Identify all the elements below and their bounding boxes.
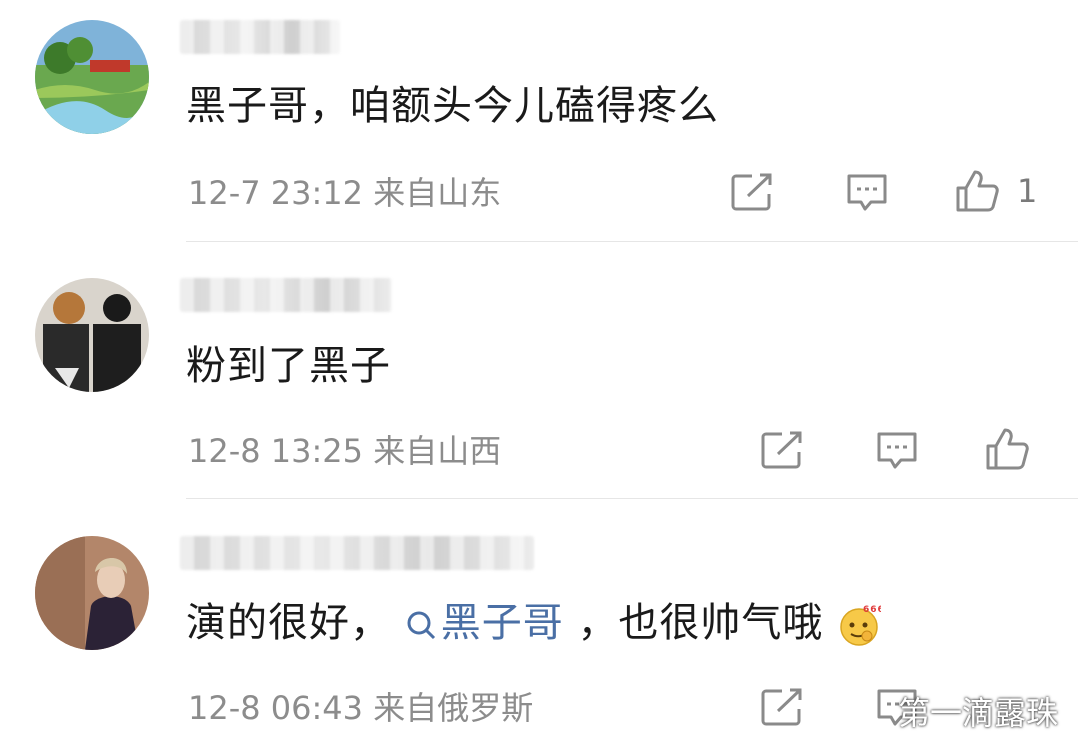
comment-icon — [847, 174, 887, 211]
landscape-avatar-image — [35, 20, 149, 134]
topic-link-label: 黑子哥 — [440, 600, 564, 646]
username-blurred[interactable] — [180, 278, 392, 312]
thumbs-up-icon — [986, 428, 1029, 470]
search-icon — [407, 611, 435, 640]
username-blurred[interactable] — [180, 536, 534, 570]
watermark: 第一滴露珠 — [897, 694, 1058, 732]
comment-text-after: ，也很帅气哦 — [577, 600, 824, 646]
like-button[interactable]: 1 — [955, 168, 1037, 214]
like-count: 1 — [1017, 172, 1038, 210]
like-button[interactable] — [985, 426, 1047, 472]
comment-meta: 12-7 23:12 来自山东 — [188, 174, 502, 212]
comment-text: 黑子哥，咱额头今儿磕得疼么 — [186, 83, 719, 129]
share-icon — [761, 431, 802, 469]
comment-meta: 12-8 13:25 来自山西 — [188, 432, 502, 470]
comment-text-before: 演的很好， — [186, 600, 391, 646]
portrait-avatar-image — [35, 536, 149, 650]
comment-icon — [877, 432, 917, 469]
comment-item: 黑子哥，咱额头今儿磕得疼么 12-7 23:12 来自山东 1 — [0, 0, 1078, 242]
666-emoji-icon: 666 — [840, 605, 881, 646]
avatar[interactable] — [35, 20, 149, 134]
share-button[interactable] — [760, 687, 804, 727]
share-icon — [731, 173, 772, 211]
reply-button[interactable] — [845, 172, 889, 214]
comment-text: 演的很好， 黑子哥 ，也很帅气哦 666 — [186, 599, 881, 647]
share-button[interactable] — [760, 430, 804, 470]
avatar[interactable] — [35, 536, 149, 650]
thumbs-up-icon — [956, 170, 999, 212]
avatar[interactable] — [35, 278, 149, 392]
comment-meta: 12-8 06:43 来自俄罗斯 — [188, 689, 534, 727]
svg-text:666: 666 — [863, 605, 881, 615]
share-button[interactable] — [730, 172, 774, 212]
topic-link[interactable]: 黑子哥 — [405, 600, 578, 646]
reply-button[interactable] — [875, 430, 919, 472]
share-icon — [761, 688, 802, 726]
comment-text: 粉到了黑子 — [186, 343, 391, 389]
dogs-avatar-image — [35, 278, 149, 392]
username-blurred[interactable] — [180, 20, 340, 54]
comment-item: 粉到了黑子 12-8 13:25 来自山西 — [0, 242, 1078, 500]
